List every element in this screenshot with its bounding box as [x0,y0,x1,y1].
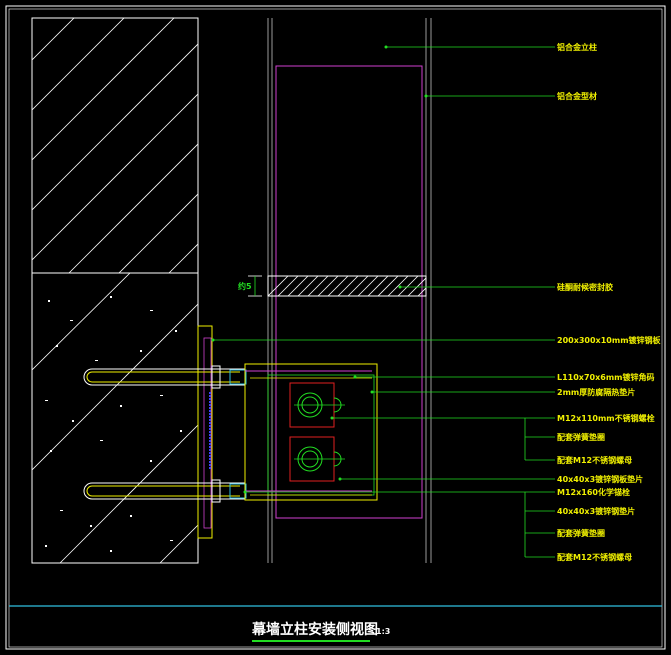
angle-bracket [244,363,378,501]
label-spring-washer-2: 配套弹簧垫圈 [557,528,605,538]
label-angle-bracket: L110x70x6mm镀锌角码 [557,372,655,382]
drawing-inner-frame [8,8,663,648]
drawing-scale: 1:3 [376,627,390,636]
mullion-bolt-lower [289,436,345,482]
anchor-bolt-lower [83,479,247,503]
anchor-bolt-upper [83,365,247,389]
label-spring-washer-1: 配套弹簧垫圈 [557,432,605,442]
label-sealant: 硅酮耐候密封胶 [557,282,613,292]
label-chemical-anchor: M12x160化学锚栓 [557,487,630,497]
label-nut-2: 配套M12不锈钢螺母 [557,552,632,562]
label-insulation-pad: 2mm厚防腐隔热垫片 [557,387,635,397]
label-steel-washer: 40x40x3镀锌钢垫片 [557,506,635,516]
label-stainless-bolt: M12x110mm不锈钢螺栓 [557,413,655,423]
wall-structure [31,17,199,564]
dimension-text: 约5 [238,281,252,291]
label-profile: 铝合金型材 [557,91,597,101]
label-plate-washer: 40x40x3镀锌钢板垫片 [557,474,643,484]
dimension-marker: 约5 [238,275,262,297]
label-steel-plate: 200x300x10mm镀锌钢板 [557,335,662,345]
drawing-title: 幕墙立柱安装侧视图 [251,621,378,638]
embedded-steel-plate [197,325,213,539]
mullion-bolt-upper [289,382,345,428]
leader-lines [213,46,555,558]
label-mullion: 铝合金立柱 [557,42,597,52]
sealant-filler [267,275,427,297]
callout-labels: 铝合金立柱 铝合金型材 硅酮耐候密封胶 200x300x10mm镀锌钢板 L11… [557,42,662,562]
label-nut-1: 配套M12不锈钢螺母 [557,455,632,465]
